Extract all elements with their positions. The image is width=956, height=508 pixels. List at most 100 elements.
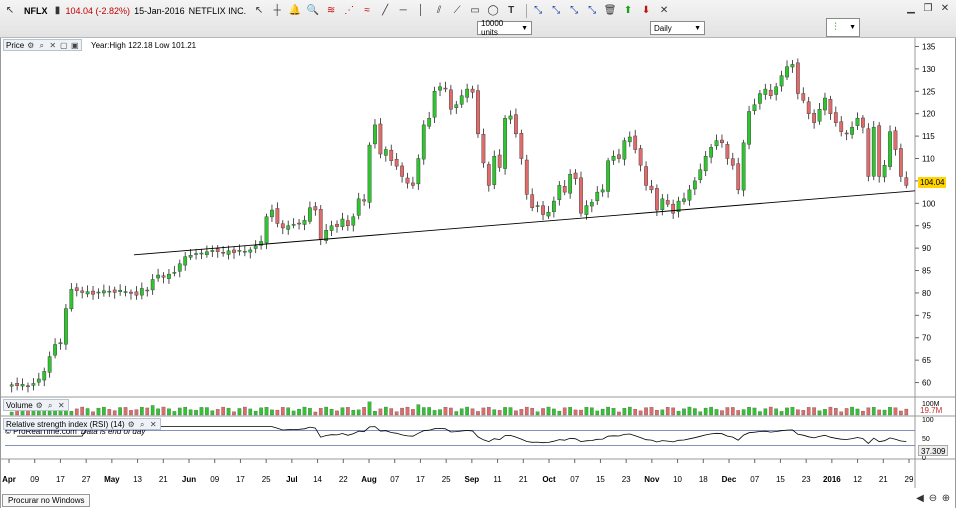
collapse-icon[interactable]: ▣ — [70, 41, 79, 50]
candle-body — [671, 203, 676, 214]
point-icon[interactable]: ⤡ — [531, 4, 545, 18]
candle-body — [26, 385, 30, 388]
vertical-line-icon[interactable]: │ — [414, 4, 428, 18]
rectangle-icon[interactable]: ▭ — [468, 4, 482, 18]
zoom-icon[interactable]: 🔍 — [306, 4, 320, 18]
volume-bar — [687, 406, 692, 416]
candle-body — [519, 133, 524, 159]
volume-bar — [492, 409, 497, 416]
volume-bar — [302, 406, 307, 416]
volume-bar — [785, 407, 789, 416]
toolbar-row: ↖ NFLX ▮ 104.04 (-2.82%) 15-Jan-2016 NET… — [0, 2, 956, 20]
volume-bar — [801, 410, 806, 416]
volume-bar — [69, 411, 74, 416]
volume-pane-label: Volume — [6, 400, 33, 410]
text-tool-icon[interactable]: T — [504, 4, 518, 18]
close-icon[interactable]: ✕ — [57, 401, 66, 410]
chart-canvas[interactable]: 6065707580859095100105110115120125130135… — [1, 38, 955, 508]
volume-bar — [541, 408, 545, 416]
candle-body — [362, 199, 367, 202]
point-icon-4[interactable]: ⤡ — [585, 4, 599, 18]
units-select[interactable]: 10000 units ▼ — [477, 19, 532, 37]
tools-icon[interactable]: ✕ — [657, 4, 671, 18]
candle-body — [64, 308, 68, 345]
x-tick-label: Jul — [286, 475, 298, 484]
candle-body — [373, 124, 377, 145]
timeframe-select[interactable]: Daily ▼ — [650, 21, 705, 35]
wrench-icon[interactable]: ⚙ — [127, 420, 136, 429]
magnifier-icon[interactable]: ⌕ — [46, 401, 55, 410]
candle-body — [779, 75, 784, 87]
candle-body — [367, 144, 372, 203]
candle-body — [823, 97, 827, 111]
fan-icon[interactable]: ⋰ — [342, 4, 356, 18]
horizontal-line-icon[interactable]: ─ — [396, 4, 410, 18]
top-toolbar: ↖ NFLX ▮ 104.04 (-2.82%) 15-Jan-2016 NET… — [0, 0, 956, 38]
timeframe-select-value: Daily — [654, 23, 672, 33]
volume-bar — [210, 410, 215, 416]
minimize-icon[interactable]: ▁ — [904, 2, 918, 15]
chevron-down-icon: ▼ — [849, 24, 856, 31]
candle-body — [541, 205, 545, 215]
expand-icon[interactable]: ▢ — [59, 41, 68, 50]
pointer-icon[interactable]: ↖ — [3, 4, 17, 18]
close-icon[interactable]: ✕ — [48, 41, 57, 50]
channel-icon[interactable]: ⫽ — [432, 4, 446, 18]
chart-type-icon[interactable]: ▮ — [51, 4, 65, 18]
magnifier-icon[interactable]: ⌕ — [37, 41, 46, 50]
alert-bell-icon[interactable]: 🔔 — [288, 4, 302, 18]
buy-arrow-icon[interactable]: ⬆ — [621, 4, 635, 18]
candle-body — [720, 139, 724, 144]
candle-body — [638, 148, 643, 166]
candle-body — [568, 173, 573, 194]
candle-body — [833, 112, 838, 123]
close-icon[interactable]: ✕ — [938, 2, 952, 15]
volume-bar — [259, 407, 263, 416]
volume-bar — [172, 411, 177, 416]
windows-search-tooltip[interactable]: Procurar no Windows — [2, 494, 91, 507]
indicator-select[interactable]: ⫶ ▼ — [826, 18, 860, 37]
point-icon-2[interactable]: ⤡ — [549, 4, 563, 18]
candle-body — [302, 220, 307, 225]
rsi-pane-header: Relative strength index (RSI) (14) ⚙ ⌕ ✕ — [3, 418, 161, 430]
x-tick-label: Sep — [465, 475, 480, 484]
candle-body — [286, 225, 291, 230]
last-price: 104.04 — [65, 6, 94, 16]
volume-bar — [660, 409, 665, 416]
candle-body — [476, 90, 480, 135]
ticker-symbol[interactable]: NFLX — [24, 6, 48, 16]
delete-icon[interactable]: 🗑 — [603, 4, 617, 18]
volume-bar — [806, 407, 811, 416]
point-icon-3[interactable]: ⤡ — [567, 4, 581, 18]
wrench-icon[interactable]: ⚙ — [26, 41, 35, 50]
x-tick-label: 25 — [262, 475, 271, 484]
cursor-icon[interactable]: ↖ — [252, 4, 266, 18]
candle-body — [682, 198, 686, 202]
zoom-in-icon[interactable]: ⊕ — [940, 493, 952, 505]
crosshair-icon[interactable]: ┼ — [270, 4, 284, 18]
regression-icon[interactable]: ⟋ — [450, 4, 464, 18]
candle-body — [492, 156, 497, 185]
candle-body — [454, 104, 459, 108]
x-tick-label: Oct — [542, 475, 556, 484]
fibonacci-icon[interactable]: ≋ — [324, 4, 338, 18]
candle-body — [421, 124, 426, 160]
magnifier-icon[interactable]: ⌕ — [138, 420, 147, 429]
ellipse-icon[interactable]: ◯ — [486, 4, 500, 18]
candle-body — [503, 117, 507, 169]
sell-arrow-icon[interactable]: ⬇ — [639, 4, 653, 18]
volume-bar — [763, 408, 768, 416]
restore-icon[interactable]: ❐ — [921, 2, 935, 15]
line-tool-icon[interactable]: ╱ — [378, 4, 392, 18]
volume-bar — [465, 406, 469, 416]
volume-bar — [817, 410, 822, 416]
volume-bar — [205, 407, 209, 416]
candle-body — [318, 209, 323, 240]
scroll-left-icon[interactable]: ◀ — [914, 493, 926, 505]
close-icon[interactable]: ✕ — [149, 420, 158, 429]
x-tick-label: 29 — [905, 475, 914, 484]
arc-icon[interactable]: ≈ — [360, 4, 374, 18]
zoom-out-icon[interactable]: ⊖ — [927, 493, 939, 505]
wrench-icon[interactable]: ⚙ — [35, 401, 44, 410]
volume-bar — [503, 407, 507, 416]
